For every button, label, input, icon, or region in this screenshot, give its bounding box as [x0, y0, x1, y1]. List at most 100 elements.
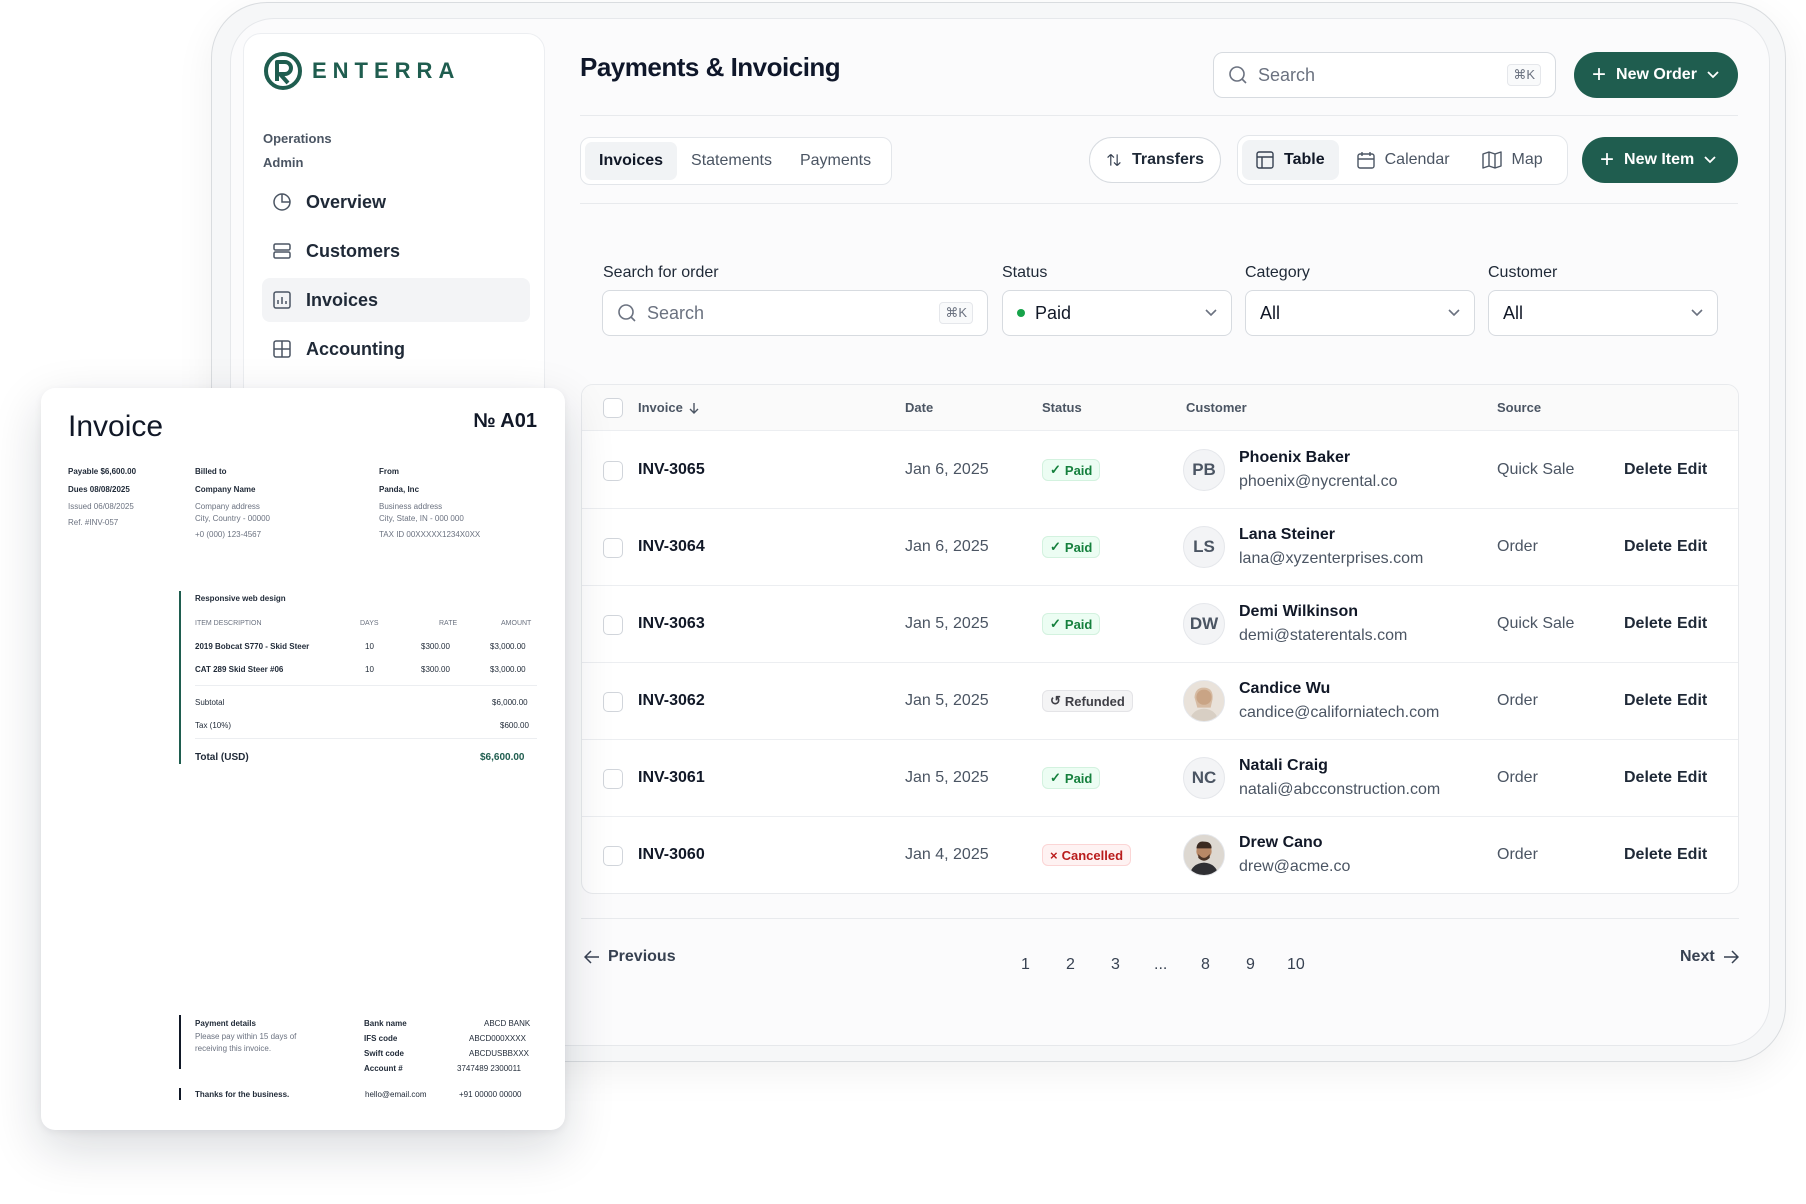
item-description: 2019 Bobcat S770 - Skid Steer — [195, 642, 310, 651]
table-row[interactable]: INV-3063 Jan 5, 2025 ✓ Paid DW Demi Wilki… — [582, 586, 1738, 663]
next-page-button[interactable]: Next — [1680, 948, 1739, 966]
brand-logo[interactable]: ENTERRA — [262, 50, 460, 92]
previous-label: Previous — [608, 948, 676, 965]
edit-button[interactable]: Edit — [1677, 615, 1707, 633]
edit-button[interactable]: Edit — [1677, 769, 1707, 787]
invoice-number[interactable]: INV-3061 — [638, 769, 705, 787]
delete-button[interactable]: Delete — [1624, 461, 1672, 479]
delete-button[interactable]: Delete — [1624, 846, 1672, 864]
bank-name-label: Bank name — [364, 1019, 407, 1028]
tab-payments[interactable]: Payments — [786, 142, 885, 180]
item-description: CAT 289 Skid Steer #06 — [195, 665, 284, 674]
page-9[interactable]: 9 — [1246, 956, 1255, 974]
item-amount: $3,000.00 — [490, 642, 526, 651]
account-label: Account # — [364, 1064, 403, 1073]
chevron-down-icon — [1704, 156, 1716, 164]
arrow-left-icon — [584, 950, 599, 964]
payable-amount: Payable $6,600.00 — [68, 467, 137, 476]
stage: ENTERRA Operations Admin Overview Custom… — [0, 0, 1806, 1204]
view-table[interactable]: Table — [1242, 140, 1339, 180]
page-1[interactable]: 1 — [1021, 956, 1030, 974]
row-checkbox[interactable] — [603, 538, 623, 558]
invoice-number[interactable]: INV-3060 — [638, 846, 705, 864]
invoice-number[interactable]: INV-3063 — [638, 615, 705, 633]
delete-button[interactable]: Delete — [1624, 615, 1672, 633]
invoice-date: Jan 5, 2025 — [905, 769, 989, 786]
user-photo-icon — [1184, 835, 1224, 875]
invoice-number[interactable]: INV-3064 — [638, 538, 705, 556]
row-checkbox[interactable] — [603, 769, 623, 789]
project-name: Responsive web design — [195, 594, 286, 603]
new-order-button[interactable]: + New Order — [1574, 52, 1738, 98]
order-search-input[interactable]: Search ⌘K — [602, 290, 988, 336]
row-checkbox[interactable] — [603, 615, 623, 635]
enterra-logo-icon — [264, 52, 302, 90]
invoices-table: Invoice Date Status Customer Source INV-… — [581, 384, 1739, 894]
source: Order — [1497, 846, 1538, 863]
page-3[interactable]: 3 — [1111, 956, 1120, 974]
account-value: 3747489 2300011 — [457, 1064, 521, 1073]
sidebar-item-invoices[interactable]: Invoices — [262, 278, 530, 322]
edit-button[interactable]: Edit — [1677, 538, 1707, 556]
item-rate: $300.00 — [421, 642, 450, 651]
customer-name: Candice Wu — [1239, 680, 1331, 697]
due-date: Dues 08/08/2025 — [68, 485, 130, 494]
transfers-button[interactable]: Transfers — [1089, 137, 1221, 183]
sidebar-item-customers[interactable]: Customers — [262, 229, 530, 273]
view-calendar[interactable]: Calendar — [1343, 140, 1464, 180]
table-row[interactable]: INV-3064 Jan 6, 2025 ✓ Paid LS Lana Stein… — [582, 509, 1738, 586]
table-row[interactable]: INV-3061 Jan 5, 2025 ✓ Paid NC Natali Cra… — [582, 740, 1738, 817]
customer-select[interactable]: All — [1488, 290, 1718, 336]
sidebar-item-label: Accounting — [306, 338, 405, 359]
status-badge: × Cancelled — [1042, 844, 1132, 866]
contact-email: hello@email.com — [365, 1090, 427, 1099]
row-checkbox[interactable] — [603, 846, 623, 866]
column-header-invoice[interactable]: Invoice — [638, 400, 699, 415]
page-8[interactable]: 8 — [1201, 956, 1210, 974]
page-2[interactable]: 2 — [1066, 956, 1075, 974]
table-row[interactable]: INV-3060 Jan 4, 2025 × Cancelled Drew Can… — [582, 817, 1738, 893]
issued-date: Issued 06/08/2025 — [68, 502, 134, 511]
tab-statements[interactable]: Statements — [677, 142, 786, 180]
sidebar-item-label: Customers — [306, 240, 401, 261]
total-value: $6,600.00 — [480, 752, 525, 763]
category-select[interactable]: All — [1245, 290, 1475, 336]
sidebar-item-overview[interactable]: Overview — [262, 180, 530, 224]
invoice-number[interactable]: INV-3062 — [638, 692, 705, 710]
customer-email: natali@abcconstruction.com — [1239, 781, 1441, 798]
source: Order — [1497, 538, 1538, 555]
from-city: City, State, IN - 000 000 — [379, 514, 464, 523]
customer-email: demi@staterentals.com — [1239, 627, 1408, 644]
items-divider — [195, 685, 537, 686]
table-row[interactable]: INV-3062 Jan 5, 2025 ↺ Refunded Candice W… — [582, 663, 1738, 740]
delete-button[interactable]: Delete — [1624, 692, 1672, 710]
billed-address: Company address — [195, 502, 260, 511]
status-select[interactable]: Paid — [1002, 290, 1232, 336]
edit-button[interactable]: Edit — [1677, 461, 1707, 479]
view-map[interactable]: Map — [1468, 140, 1557, 180]
delete-button[interactable]: Delete — [1624, 769, 1672, 787]
sidebar-item-accounting[interactable]: Accounting — [262, 327, 530, 371]
filter-category-label: Category — [1245, 264, 1310, 281]
row-checkbox[interactable] — [603, 692, 623, 712]
global-search-input[interactable]: Search ⌘K — [1213, 52, 1556, 98]
table-row[interactable]: INV-3065 Jan 6, 2025 ✓ Paid PB Phoenix Ba… — [582, 432, 1738, 509]
new-item-button[interactable]: + New Item — [1582, 137, 1738, 183]
row-checkbox[interactable] — [603, 461, 623, 481]
invoice-number[interactable]: INV-3065 — [638, 461, 705, 479]
page-10[interactable]: 10 — [1287, 956, 1305, 974]
chevron-down-icon — [1707, 71, 1719, 79]
tab-invoices[interactable]: Invoices — [585, 142, 678, 180]
select-all-checkbox[interactable] — [603, 398, 623, 418]
previous-page-button[interactable]: Previous — [584, 948, 676, 966]
edit-button[interactable]: Edit — [1677, 846, 1707, 864]
delete-button[interactable]: Delete — [1624, 538, 1672, 556]
swift-code-value: ABCDUSBBXXX — [469, 1049, 530, 1058]
edit-button[interactable]: Edit — [1677, 692, 1707, 710]
invoice-title: Invoice — [68, 410, 164, 443]
chevron-down-icon — [1448, 309, 1460, 317]
check-icon: ✓ — [1050, 616, 1061, 631]
sidebar-item-label: Overview — [306, 191, 387, 212]
item-days: 10 — [365, 665, 374, 674]
chevron-down-icon — [1205, 309, 1217, 317]
